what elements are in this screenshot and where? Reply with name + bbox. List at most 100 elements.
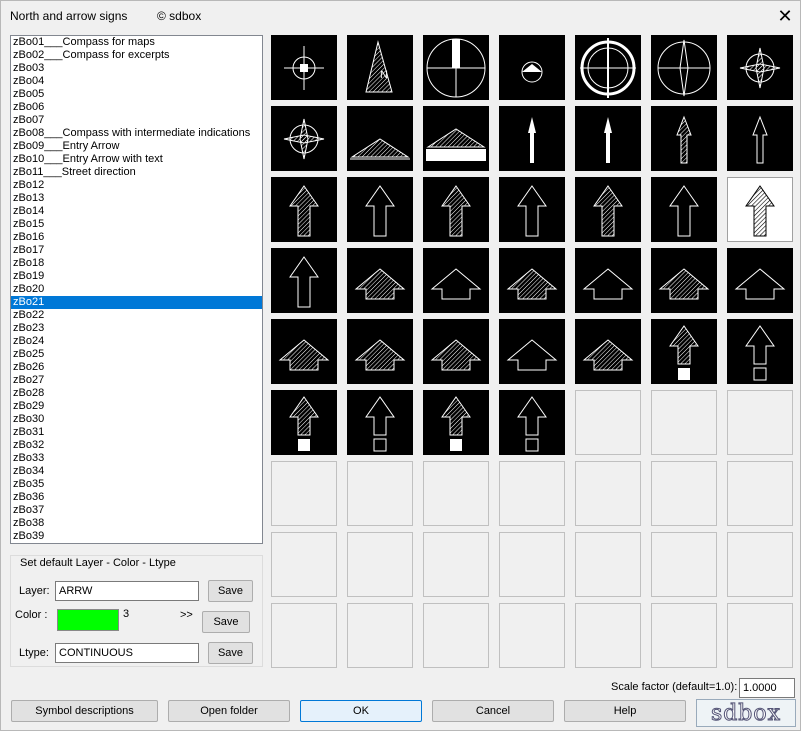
- list-item[interactable]: zBo31: [11, 426, 262, 439]
- thumbnail-arrow-flat-outline[interactable]: [727, 248, 793, 313]
- thumbnail-arrow-outline-wide[interactable]: [423, 248, 489, 313]
- thumbnail-empty[interactable]: [727, 532, 793, 597]
- symbol-list[interactable]: zBo01___Compass for maps zBo02___Compass …: [10, 35, 263, 544]
- thumbnail-street-arrow[interactable]: [499, 106, 565, 171]
- ltype-save-button[interactable]: Save: [208, 642, 253, 664]
- thumbnail-empty[interactable]: [271, 532, 337, 597]
- thumbnail-empty[interactable]: [575, 532, 641, 597]
- thumbnail-empty[interactable]: [727, 390, 793, 455]
- thumbnail-arrow-block-hatched[interactable]: [271, 390, 337, 455]
- thumbnail-arrow-block-hatched-wide[interactable]: [423, 390, 489, 455]
- list-item[interactable]: zBo01___Compass for maps: [11, 36, 262, 49]
- thumbnail-empty[interactable]: [651, 461, 717, 526]
- thumbnail-street-arrow-hatched[interactable]: [651, 106, 717, 171]
- thumbnail-arrow-hatched-small[interactable]: [575, 177, 641, 242]
- thumbnail-compass-7[interactable]: [727, 35, 793, 100]
- list-item[interactable]: zBo38: [11, 517, 262, 530]
- thumbnail-arrow-flat-hatched[interactable]: [651, 248, 717, 313]
- list-item[interactable]: zBo23: [11, 322, 262, 335]
- list-item[interactable]: zBo02___Compass for excerpts: [11, 49, 262, 62]
- thumbnail-arrow-outline-small[interactable]: [651, 177, 717, 242]
- thumbnail-empty[interactable]: [423, 461, 489, 526]
- list-item[interactable]: zBo10___Entry Arrow with text: [11, 153, 262, 166]
- list-item[interactable]: zBo26: [11, 361, 262, 374]
- thumbnail-street-arrow-outline[interactable]: [727, 106, 793, 171]
- list-item[interactable]: zBo11___Street direction: [11, 166, 262, 179]
- thumbnail-empty[interactable]: [651, 603, 717, 668]
- list-item[interactable]: zBo37: [11, 504, 262, 517]
- list-item[interactable]: zBo36: [11, 491, 262, 504]
- thumbnail-arrow-half-hatched-low[interactable]: [575, 319, 641, 384]
- list-item[interactable]: zBo16: [11, 231, 262, 244]
- thumbnail-empty[interactable]: [575, 461, 641, 526]
- thumbnail-compass-8[interactable]: [271, 106, 337, 171]
- list-item[interactable]: zBo29: [11, 400, 262, 413]
- layer-save-button[interactable]: Save: [208, 580, 253, 602]
- thumbnail-empty[interactable]: [727, 603, 793, 668]
- color-pick-arrow[interactable]: >>: [180, 609, 193, 621]
- thumbnail-compass-4[interactable]: [499, 35, 565, 100]
- thumbnail-arrow-flat-outline-low[interactable]: [499, 319, 565, 384]
- thumbnail-arrow-block-outline-wide[interactable]: [499, 390, 565, 455]
- list-item[interactable]: zBo17: [11, 244, 262, 257]
- thumbnail-empty[interactable]: [651, 390, 717, 455]
- thumbnail-arrow-hatched-small[interactable]: [423, 177, 489, 242]
- list-item[interactable]: zBo22: [11, 309, 262, 322]
- list-item[interactable]: zBo12: [11, 179, 262, 192]
- thumbnail-empty[interactable]: [651, 532, 717, 597]
- thumbnail-empty[interactable]: [575, 603, 641, 668]
- thumbnail-empty[interactable]: [271, 461, 337, 526]
- thumbnail-arrow-flat-hatched-low[interactable]: [423, 319, 489, 384]
- thumbnail-arrow-hatched-wide[interactable]: [347, 248, 413, 313]
- list-item[interactable]: zBo32: [11, 439, 262, 452]
- thumbnail-arrow-half-hatched[interactable]: [271, 319, 337, 384]
- list-item[interactable]: zBo35: [11, 478, 262, 491]
- list-item[interactable]: zBo34: [11, 465, 262, 478]
- thumbnail-arrow-stem-hatched[interactable]: [651, 319, 717, 384]
- list-item[interactable]: zBo24: [11, 335, 262, 348]
- list-item[interactable]: zBo30: [11, 413, 262, 426]
- thumbnail-empty[interactable]: [347, 461, 413, 526]
- list-item[interactable]: zBo33: [11, 452, 262, 465]
- thumbnail-empty[interactable]: [271, 603, 337, 668]
- list-item[interactable]: zBo08___Compass with intermediate indica…: [11, 127, 262, 140]
- list-item[interactable]: zBo06: [11, 101, 262, 114]
- color-swatch[interactable]: [57, 609, 119, 631]
- thumbnail-empty[interactable]: [423, 603, 489, 668]
- open-folder-button[interactable]: Open folder: [168, 700, 290, 722]
- color-save-button[interactable]: Save: [202, 611, 250, 633]
- thumbnail-entrance-arrow[interactable]: [423, 106, 489, 171]
- thumbnail-street-arrow-thin[interactable]: [575, 106, 641, 171]
- symbol-descriptions-button[interactable]: Symbol descriptions: [11, 700, 158, 722]
- thumbnail-empty[interactable]: [575, 390, 641, 455]
- thumbnail-compass-5[interactable]: [575, 35, 641, 100]
- list-item[interactable]: zBo09___Entry Arrow: [11, 140, 262, 153]
- cancel-button[interactable]: Cancel: [432, 700, 554, 722]
- thumbnail-compass-1[interactable]: [271, 35, 337, 100]
- thumbnail-arrow-hatched[interactable]: [271, 177, 337, 242]
- list-item[interactable]: zBo04: [11, 75, 262, 88]
- thumbnail-empty[interactable]: [347, 532, 413, 597]
- thumbnail-arrow-outline-small[interactable]: [499, 177, 565, 242]
- list-item[interactable]: zBo25: [11, 348, 262, 361]
- thumbnail-arrow-outline[interactable]: [271, 248, 337, 313]
- thumbnail-arrow-flat-outline[interactable]: [575, 248, 641, 313]
- thumbnail-arrow-outline[interactable]: [347, 177, 413, 242]
- thumbnail-empty[interactable]: [499, 603, 565, 668]
- ltype-input[interactable]: [55, 643, 199, 663]
- thumbnail-entry-arrow[interactable]: [347, 106, 413, 171]
- thumbnail-compass-2[interactable]: N: [347, 35, 413, 100]
- thumbnail-empty[interactable]: [499, 461, 565, 526]
- thumbnail-compass-6[interactable]: [651, 35, 717, 100]
- thumbnail-arrow-block-outline[interactable]: [347, 390, 413, 455]
- list-item[interactable]: zBo15: [11, 218, 262, 231]
- list-item[interactable]: zBo07: [11, 114, 262, 127]
- list-item[interactable]: zBo20: [11, 283, 262, 296]
- list-item[interactable]: zBo28: [11, 387, 262, 400]
- list-item[interactable]: zBo13: [11, 192, 262, 205]
- layer-input[interactable]: [55, 581, 199, 601]
- thumbnail-empty[interactable]: [727, 461, 793, 526]
- close-icon[interactable]: ✕: [771, 5, 799, 27]
- list-item[interactable]: zBo03: [11, 62, 262, 75]
- help-button[interactable]: Help: [564, 700, 686, 722]
